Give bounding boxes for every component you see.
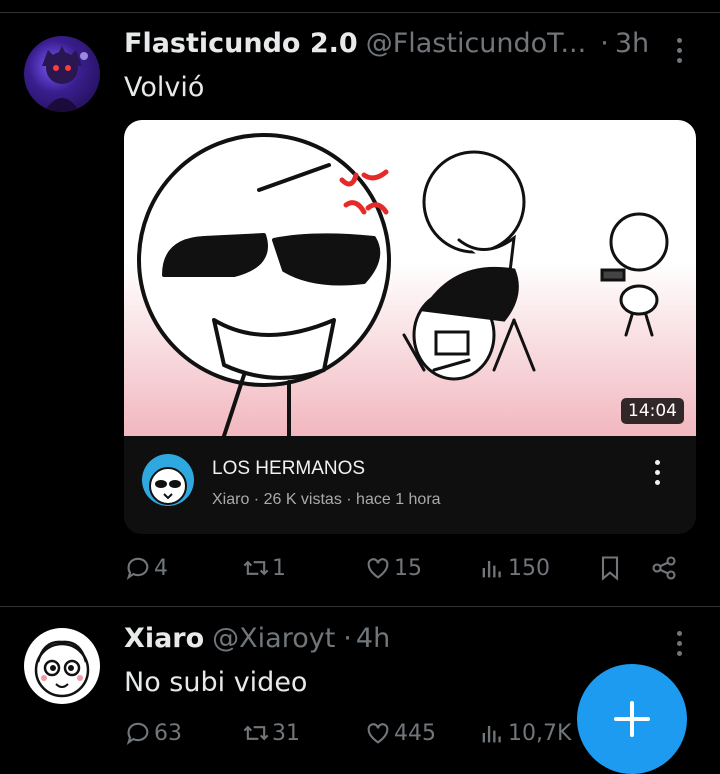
views-count: 10,7K [508,720,572,746]
more-icon[interactable] [674,38,684,63]
like-icon [367,558,389,579]
separator-dot: · [343,623,352,654]
repost-button[interactable]: 31 [242,719,300,747]
tweet-text: Volvió [124,72,205,103]
video-duration: 14:04 [621,398,684,424]
repost-icon [243,725,269,741]
top-divider [0,12,720,13]
reply-icon [126,557,149,580]
compose-button[interactable] [577,664,687,774]
share-button[interactable] [650,554,678,582]
video-more-icon[interactable] [652,460,662,485]
tweet-1-header: Flasticundo 2.0 @FlasticundoT... · 3h [124,28,649,59]
timestamp[interactable]: 3h [615,28,649,59]
compose-plus-icon [614,701,650,737]
more-icon[interactable] [674,631,684,656]
repost-count: 31 [272,720,300,746]
views-count: 150 [508,555,550,581]
display-name[interactable]: Xiaro [124,623,204,654]
reply-count: 63 [154,720,182,746]
tweet-1-actions: 4 1 15 150 [124,554,696,590]
views-button[interactable]: 10,7K [478,719,571,747]
share-icon [652,556,676,580]
video-info: LOS HERMANOS Xiaro · 26 K vistas · hace … [124,436,696,534]
video-meta: Xiaro · 26 K vistas · hace 1 hora [212,491,441,508]
repost-count: 1 [272,555,286,581]
video-thumbnail[interactable]: 14:04 [124,120,696,438]
video-card[interactable]: 14:04 LOS HERMANOS Xiaro · 26 K vistas ·… [124,120,696,534]
separator-dot: · [600,28,609,59]
thumbnail-illustration [137,133,669,438]
views-icon [482,726,501,743]
like-count: 15 [394,555,422,581]
like-count: 445 [394,720,436,746]
bookmark-button[interactable] [596,554,624,582]
bookmark-icon [601,556,619,581]
like-icon [367,723,389,744]
repost-icon [243,560,269,576]
display-name[interactable]: Flasticundo 2.0 [124,28,358,59]
channel-avatar[interactable] [142,454,194,506]
reply-count: 4 [154,555,168,581]
like-button[interactable]: 15 [364,554,422,582]
video-title[interactable]: LOS HERMANOS [212,458,365,480]
avatar-flasticundo[interactable] [24,36,100,112]
avatar-xiaro[interactable] [24,628,100,704]
timestamp[interactable]: 4h [356,623,390,654]
tweet-2-header: Xiaro @Xiaroyt · 4h [124,623,390,654]
tweet-text: No subi video [124,667,308,698]
reply-button[interactable]: 63 [124,719,182,747]
user-handle[interactable]: @FlasticundoT... [366,28,587,59]
views-icon [482,561,501,578]
views-button[interactable]: 150 [478,554,550,582]
reply-icon [126,722,149,745]
user-handle[interactable]: @Xiaroyt [212,623,335,654]
tweet-divider [0,606,720,607]
repost-button[interactable]: 1 [242,554,286,582]
reply-button[interactable]: 4 [124,554,168,582]
like-button[interactable]: 445 [364,719,436,747]
